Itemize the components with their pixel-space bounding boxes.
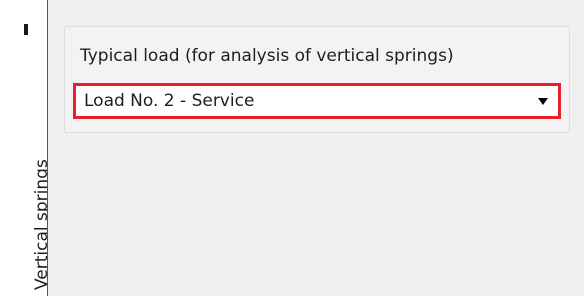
typical-load-group: Typical load (for analysis of vertical s…: [64, 26, 570, 133]
typical-load-dropdown[interactable]: Load No. 2 - Service: [73, 83, 561, 119]
dropdown-selected-value: Load No. 2 - Service: [84, 91, 255, 111]
tab-indicator-mark: [24, 24, 28, 35]
typical-load-label: Typical load (for analysis of vertical s…: [80, 46, 454, 66]
chevron-down-icon[interactable]: [538, 98, 548, 105]
side-tab[interactable]: Vertical springs: [0, 0, 52, 296]
vertical-springs-panel: Typical load (for analysis of vertical s…: [48, 0, 584, 296]
